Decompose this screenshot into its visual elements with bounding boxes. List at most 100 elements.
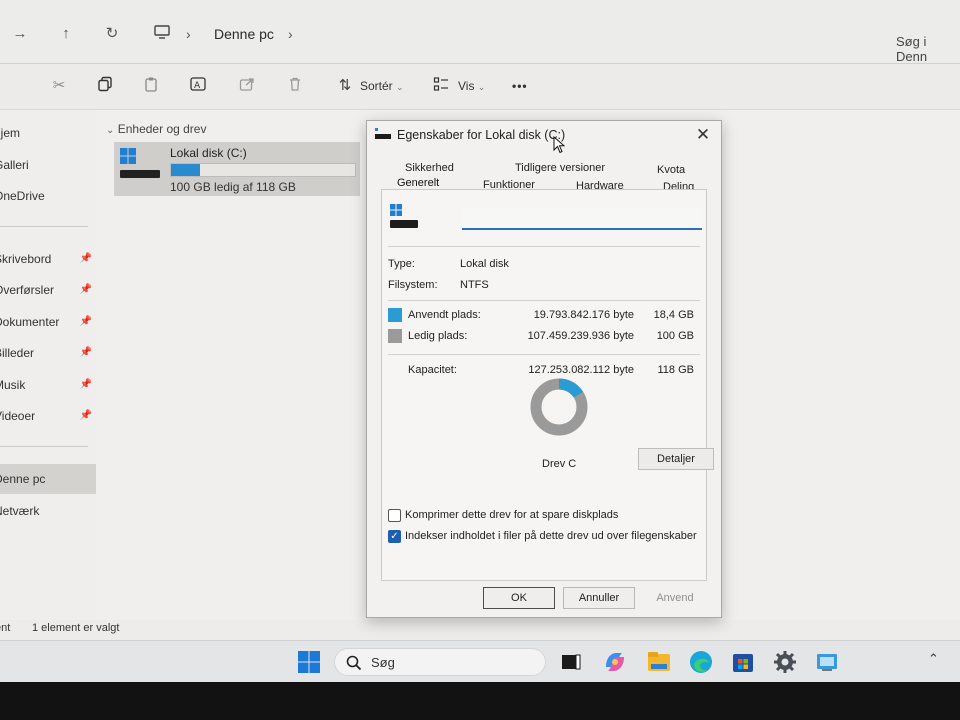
drive-free-text: 100 GB ledig af 118 GB [170,180,296,194]
view-icon[interactable] [430,76,452,96]
disk-usage-donut [530,378,588,436]
sidebar-item-documents[interactable]: Dokumenter 📌 [0,307,96,337]
microsoft-store-icon[interactable] [730,649,756,675]
divider [388,300,700,301]
navigation-pane: Hjem Galleri OneDrive Skrivebord 📌 Overfø… [0,110,96,620]
type-value: Lokal disk [460,258,509,270]
index-option[interactable]: ✓ Indekser indholdet i filer på dette dr… [388,529,698,545]
status-bar: 1 element 1 element er valgt [0,620,960,640]
properties-dialog: Egenskaber for Lokal disk (C:) ✕ Sikkerh… [366,120,722,618]
group-header[interactable]: ⌄ Enheder og drev [106,122,206,136]
used-space-label: Anvendt plads: [408,309,481,321]
up-arrow-icon[interactable]: ↑ [56,24,76,44]
search-input[interactable]: Søg i Denn [896,34,960,64]
sidebar-item-label: Denne pc [0,472,46,486]
type-label: Type: [388,258,415,270]
copy-icon[interactable] [94,76,116,96]
pin-icon: 📌 [79,347,92,358]
tab-security[interactable]: Sikkerhed [405,161,454,175]
breadcrumb-current[interactable]: Denne pc [214,24,274,44]
file-explorer-icon[interactable] [646,649,672,675]
free-space-bytes: 107.459.239.936 byte [527,330,634,342]
paste-icon[interactable] [140,76,162,96]
control-panel-icon[interactable] [814,649,840,675]
sidebar-item-label: Skrivebord [0,252,52,266]
sidebar-item-gallery[interactable]: Galleri [0,150,96,180]
cancel-button[interactable]: Annuller [563,587,635,609]
view-button[interactable]: Vis ⌄ [458,78,485,95]
drive-usage-fill [171,164,201,176]
sidebar-item-music[interactable]: Musik 📌 [0,370,96,400]
drive-caption: Drev C [542,458,577,470]
pin-icon: 📌 [79,410,92,421]
taskbar-search[interactable]: Søg [334,648,546,676]
sidebar-item-pictures[interactable]: Billeder 📌 [0,338,96,368]
details-button[interactable]: Detaljer [638,448,714,470]
sidebar-item-home[interactable]: Hjem [0,118,96,148]
apply-button[interactable]: Anvend [639,587,711,609]
forward-arrow-icon[interactable]: → [10,24,30,44]
search-icon [346,655,362,671]
monitor-icon[interactable] [152,24,172,44]
more-options-button[interactable]: ••• [512,78,528,94]
address-bar: → ↑ ↻ › Denne pc › Søg i Denn [0,0,960,64]
sidebar-item-onedrive[interactable]: OneDrive [0,181,96,211]
sidebar-item-label: Musik [0,378,26,392]
drive-name: Lokal disk (C:) [170,146,247,160]
capacity-label: Kapacitet: [408,364,457,376]
delete-icon[interactable] [284,76,306,96]
volume-label-field[interactable] [462,208,702,230]
hard-disk-icon [120,170,160,178]
copilot-icon[interactable] [602,649,628,675]
pin-icon: 📌 [79,253,92,264]
sort-button[interactable]: Sortér ⌄ [360,78,404,95]
compress-checkbox[interactable] [388,509,401,522]
taskbar-search-label: Søg [371,655,395,670]
filesystem-label: Filsystem: [388,279,438,291]
settings-gear-icon[interactable] [772,649,798,675]
windows-logo-icon [390,204,402,216]
index-label: Indekser indholdet i filer på dette drev… [405,530,697,542]
svg-text:A: A [194,81,201,91]
drive-usage-bar [170,163,356,177]
sidebar-divider [0,226,88,227]
compress-option[interactable]: Komprimer dette drev for at spare diskpl… [388,508,688,524]
drive-title-icon [375,128,391,139]
refresh-icon[interactable]: ↻ [102,24,122,44]
sidebar-item-desktop[interactable]: Skrivebord 📌 [0,244,96,274]
windows-logo-icon [120,148,136,164]
sidebar-item-label: Overførsler [0,283,54,297]
tab-general[interactable]: Generelt [397,176,439,190]
breadcrumb-chevron-icon[interactable]: › [288,24,293,44]
divider [388,354,700,355]
compress-label: Komprimer dette drev for at spare diskpl… [405,509,619,521]
task-view-icon[interactable] [558,649,584,675]
close-icon[interactable]: ✕ [693,125,713,145]
show-hidden-icons-chevron-icon[interactable]: ⌃ [928,651,939,667]
cut-icon[interactable]: ✂ [48,76,70,96]
free-space-label: Ledig plads: [408,330,468,342]
tab-quota[interactable]: Kvota [657,163,685,177]
sidebar-item-label: Netværk [0,504,40,518]
tab-previous-versions[interactable]: Tidligere versioner [515,161,605,175]
share-icon[interactable] [236,76,258,96]
edge-browser-icon[interactable] [688,649,714,675]
drive-tile-c[interactable]: Lokal disk (C:) 100 GB ledig af 118 GB [114,142,360,196]
selection-count: 1 element er valgt [32,622,120,634]
sidebar-item-this-pc[interactable]: Denne pc [0,464,96,494]
breadcrumb-separator-icon: › [186,26,191,42]
sidebar-item-downloads[interactable]: Overførsler 📌 [0,275,96,305]
sidebar-item-network[interactable]: Netværk [0,496,96,526]
used-space-swatch [388,308,402,322]
free-space-gb: 100 GB [656,330,694,342]
ok-button[interactable]: OK [483,587,555,609]
rename-icon[interactable]: A [188,76,210,96]
sort-icon[interactable]: ⇅ [334,76,356,96]
command-bar: ✂ A ⇅ Sortér ⌄ Vis ⌄ ••• [0,64,960,110]
start-button-icon[interactable] [296,649,322,675]
capacity-gb: 118 GB [657,364,695,376]
used-space-gb: 18,4 GB [653,309,694,321]
general-tab-panel: Type: Lokal disk Filsystem: NTFS Anvendt… [381,189,714,581]
sidebar-item-videos[interactable]: Videoer 📌 [0,401,96,431]
index-checkbox[interactable]: ✓ [388,530,401,543]
